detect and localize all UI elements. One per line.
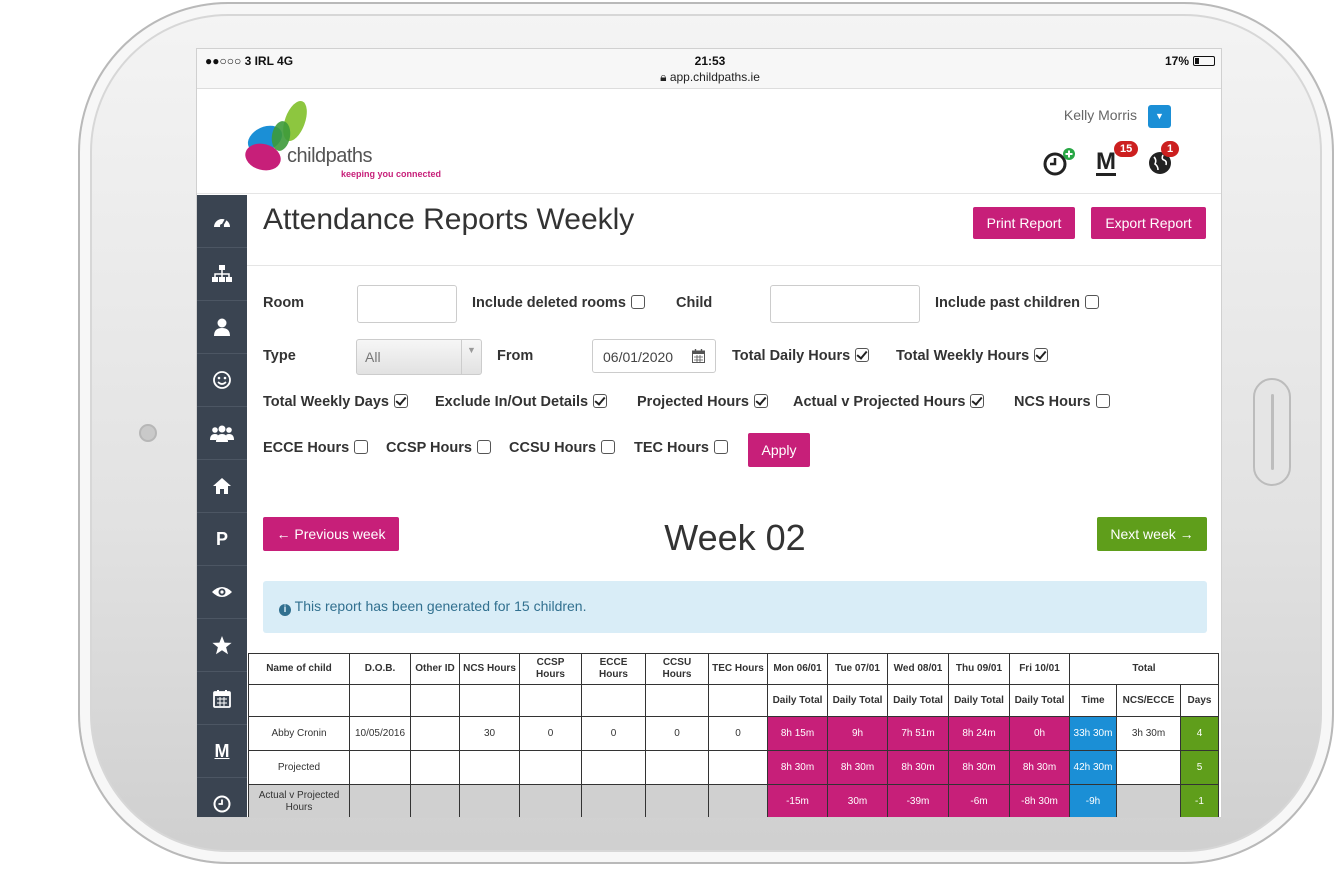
table-row[interactable]: Abby Cronin 10/05/2016 30 0 0 0 0 8h 15m…: [248, 716, 1219, 751]
messages-icon[interactable]: M: [197, 725, 247, 778]
battery-icon: [1193, 56, 1215, 66]
logo-tagline: keeping you connected: [341, 169, 442, 179]
star-icon[interactable]: [197, 619, 247, 672]
export-report-button[interactable]: Export Report: [1091, 207, 1206, 239]
projected-hours-checkbox[interactable]: Projected Hours: [637, 394, 768, 410]
eye-icon[interactable]: [197, 566, 247, 619]
smile-icon[interactable]: [197, 354, 247, 407]
tec-hours-checkbox[interactable]: TEC Hours: [634, 440, 728, 456]
clock-add-icon[interactable]: [1043, 147, 1075, 182]
logo-text: childpaths: [287, 145, 373, 167]
user-name[interactable]: Kelly Morris: [1064, 107, 1137, 123]
ncs-hours-checkbox[interactable]: NCS Hours: [1014, 394, 1110, 410]
messages-icon[interactable]: M: [1096, 150, 1116, 176]
calendar-icon: [692, 349, 705, 363]
globe-badge: 1: [1161, 141, 1180, 157]
actual-v-projected-checkbox[interactable]: Actual v Projected Hours: [793, 394, 985, 410]
include-past-children-checkbox[interactable]: Include past children: [935, 295, 1100, 311]
table-subheader-row: Daily Total Daily Total Daily Total Dail…: [248, 684, 1219, 717]
total-daily-hours-checkbox[interactable]: Total Daily Hours: [732, 348, 870, 364]
apply-button[interactable]: Apply: [748, 433, 810, 467]
home-icon[interactable]: [197, 460, 247, 513]
table-header-row: Name of child D.O.B. Other ID NCS Hours …: [248, 653, 1219, 685]
from-date-input[interactable]: 06/01/2020: [592, 339, 716, 373]
next-week-button[interactable]: Next week →: [1097, 517, 1207, 551]
divider: [247, 265, 1221, 266]
include-deleted-rooms-checkbox[interactable]: Include deleted rooms: [472, 295, 645, 311]
clock-icon[interactable]: [197, 778, 247, 817]
week-title: Week 02: [664, 517, 806, 558]
total-weekly-hours-checkbox[interactable]: Total Weekly Hours: [896, 348, 1049, 364]
chevron-down-icon: ▼: [461, 340, 481, 374]
child-input[interactable]: [770, 285, 920, 323]
messages-badge: 15: [1114, 141, 1139, 157]
lock-icon: 🔒︎: [660, 70, 667, 84]
battery-indicator: 17%: [1165, 54, 1215, 68]
total-weekly-days-checkbox[interactable]: Total Weekly Days: [263, 394, 408, 410]
room-input[interactable]: [357, 285, 457, 323]
sitemap-icon[interactable]: [197, 248, 247, 301]
childpaths-logo[interactable]: childpaths keeping you connected: [243, 99, 443, 189]
attendance-table: Name of child D.O.B. Other ID NCS Hours …: [248, 653, 1219, 817]
print-report-button[interactable]: Print Report: [973, 207, 1075, 239]
url-bar[interactable]: 🔒︎ app.childpaths.ie: [197, 70, 1221, 85]
screen: ●●○○○ 3 IRL 4G 21:53 🔒︎ app.childpaths.i…: [196, 48, 1222, 818]
from-label: From: [497, 348, 534, 364]
camera-icon: [139, 424, 157, 442]
table-row[interactable]: Actual v Projected Hours -15m 30m -39m -…: [248, 784, 1219, 817]
dashboard-icon[interactable]: [197, 195, 247, 248]
user-icon[interactable]: [197, 301, 247, 354]
clock-text: 21:53: [694, 54, 726, 68]
child-label: Child: [676, 295, 713, 311]
parking-icon[interactable]: P: [197, 513, 247, 566]
exclude-inout-checkbox[interactable]: Exclude In/Out Details: [435, 394, 608, 410]
info-icon: i: [279, 604, 291, 616]
calendar-icon[interactable]: [197, 672, 247, 725]
user-menu-caret-icon[interactable]: ▼: [1148, 105, 1171, 128]
app-header: childpaths keeping you connected Kelly M…: [197, 89, 1221, 194]
group-icon[interactable]: [197, 407, 247, 460]
sidebar: P M: [197, 195, 247, 817]
arrow-right-icon: →: [1175, 526, 1194, 542]
type-select[interactable]: All ▼: [356, 339, 482, 375]
url-text: app.childpaths.ie: [669, 70, 760, 84]
room-label: Room: [263, 295, 305, 311]
ecce-hours-checkbox[interactable]: ECCE Hours: [263, 440, 369, 456]
info-alert: i This report has been generated for 15 …: [263, 581, 1207, 633]
ccsu-hours-checkbox[interactable]: CCSU Hours: [509, 440, 616, 456]
type-label: Type: [263, 348, 296, 364]
home-button: [1253, 378, 1291, 486]
page-title: Attendance Reports Weekly: [263, 203, 635, 236]
ccsp-hours-checkbox[interactable]: CCSP Hours: [386, 440, 491, 456]
status-bar: ●●○○○ 3 IRL 4G 21:53 🔒︎ app.childpaths.i…: [197, 49, 1221, 89]
table-row[interactable]: Projected 8h 30m 8h 30m 8h 30m 8h 30m 8h…: [248, 750, 1219, 785]
